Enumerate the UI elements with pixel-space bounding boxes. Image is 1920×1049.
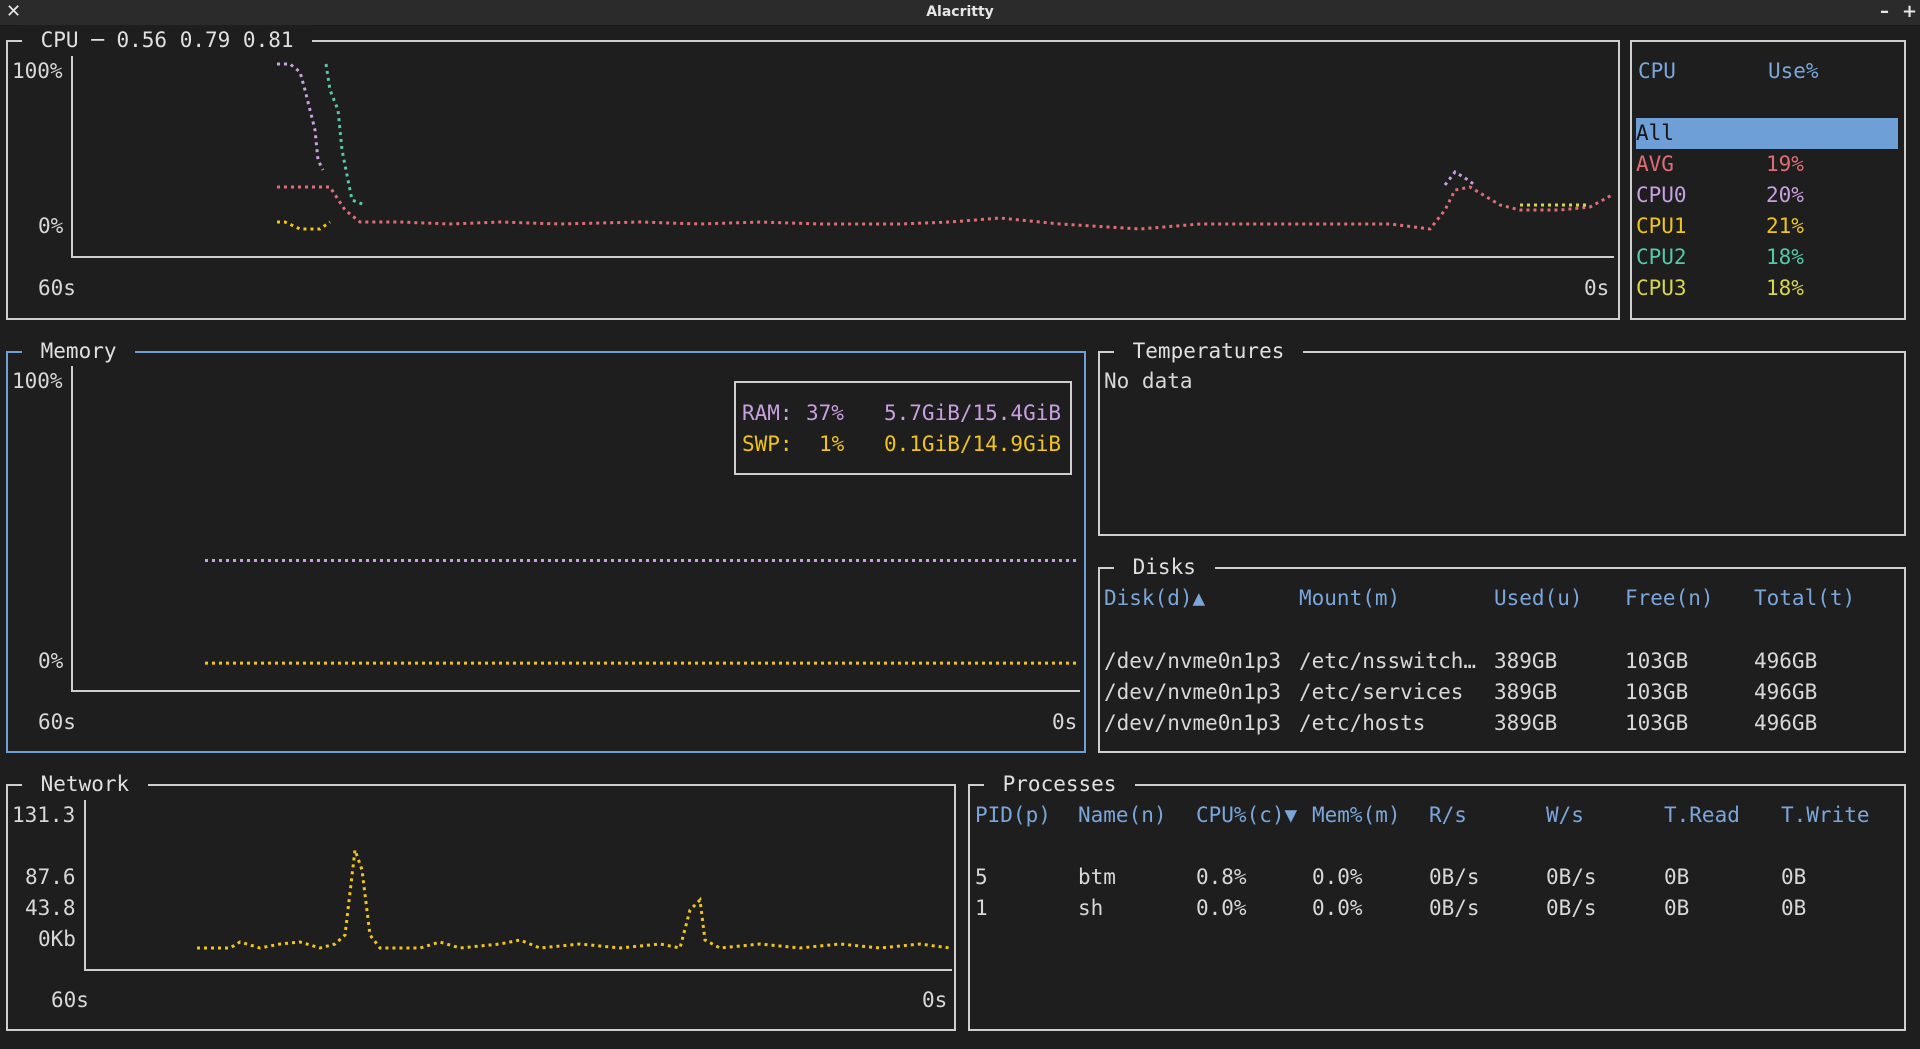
cpu-name: AVG [1636, 152, 1674, 176]
cpu-table-row-avg[interactable]: AVG 19% [1636, 149, 1896, 180]
processes-header-6[interactable]: T.Read [1664, 800, 1740, 831]
cpu-use-percent: 21% [1766, 214, 1804, 238]
cpu-table-row-cpu3[interactable]: CPU3 18% [1636, 273, 1896, 304]
disk-cell[interactable]: 389GB [1494, 677, 1557, 708]
disk-cell[interactable]: /etc/services [1299, 677, 1463, 708]
disk-cell[interactable]: 496GB [1754, 677, 1817, 708]
cpu-use-percent: 19% [1766, 152, 1804, 176]
processes-header-0[interactable]: PID(p) [975, 800, 1051, 831]
disks-header-2[interactable]: Used(u) [1494, 583, 1583, 614]
minimize-icon[interactable]: – [1880, 1, 1889, 22]
maximize-icon[interactable]: + [1902, 1, 1917, 22]
disks-panel-title: Disks [1114, 552, 1215, 583]
process-cell[interactable]: 0.0% [1196, 893, 1247, 924]
disk-cell[interactable]: 496GB [1754, 646, 1817, 677]
cpu-table-row-cpu0[interactable]: CPU0 20% [1636, 180, 1896, 211]
cpu-name: All [1636, 121, 1674, 145]
cpu-use-percent: 20% [1766, 183, 1804, 207]
processes-header-1[interactable]: Name(n) [1078, 800, 1167, 831]
disk-cell[interactable]: /dev/nvme0n1p3 [1104, 646, 1281, 677]
cpu-use-percent: 18% [1766, 276, 1804, 300]
process-cell[interactable]: btm [1078, 862, 1116, 893]
processes-header-3[interactable]: Mem%(m) [1312, 800, 1401, 831]
process-cell[interactable]: 1 [975, 893, 988, 924]
temperatures-panel[interactable]: Temperatures [1098, 336, 1906, 536]
disk-cell[interactable]: 389GB [1494, 708, 1557, 739]
process-cell[interactable]: 0B/s [1546, 862, 1597, 893]
process-cell[interactable]: 0.0% [1312, 893, 1363, 924]
cpu-table-row-cpu2[interactable]: CPU2 18% [1636, 242, 1896, 273]
cpu-name: CPU3 [1636, 276, 1687, 300]
cpu-name: CPU0 [1636, 183, 1687, 207]
process-cell[interactable]: sh [1078, 893, 1103, 924]
process-cell[interactable]: 0B [1664, 862, 1689, 893]
process-cell[interactable]: 0.0% [1312, 862, 1363, 893]
process-cell[interactable]: 0B/s [1546, 893, 1597, 924]
disks-header-1[interactable]: Mount(m) [1299, 583, 1400, 614]
processes-header-2[interactable]: CPU%(c)▼ [1196, 800, 1297, 831]
disks-header-4[interactable]: Total(t) [1754, 583, 1855, 614]
process-cell[interactable]: 0B/s [1429, 862, 1480, 893]
cpu-table-row-cpu1[interactable]: CPU1 21% [1636, 211, 1896, 242]
network-rx-series-line [197, 849, 951, 950]
processes-panel-title: Processes [984, 769, 1136, 800]
process-cell[interactable]: 0B [1664, 893, 1689, 924]
cpu-name: CPU1 [1636, 214, 1687, 238]
disk-cell[interactable]: 496GB [1754, 708, 1817, 739]
process-cell[interactable]: 0B [1781, 893, 1806, 924]
processes-header-7[interactable]: T.Write [1781, 800, 1870, 831]
process-cell[interactable]: 5 [975, 862, 988, 893]
process-cell[interactable]: 0.8% [1196, 862, 1247, 893]
cpu-table-row-all[interactable]: All [1636, 118, 1898, 149]
network-traffic-chart [84, 800, 952, 971]
cpu-table-header-use[interactable]: Use% [1768, 56, 1819, 87]
disk-cell[interactable]: /etc/nsswitch… [1299, 646, 1476, 677]
processes-header-4[interactable]: R/s [1429, 800, 1467, 831]
processes-header-5[interactable]: W/s [1546, 800, 1584, 831]
disk-cell[interactable]: /dev/nvme0n1p3 [1104, 708, 1281, 739]
cpu-name: CPU2 [1636, 245, 1687, 269]
disk-cell[interactable]: 389GB [1494, 646, 1557, 677]
disk-cell[interactable]: /dev/nvme0n1p3 [1104, 677, 1281, 708]
temperatures-panel-title: Temperatures [1114, 336, 1304, 367]
disk-cell[interactable]: 103GB [1625, 646, 1688, 677]
cpu0-series-line [1443, 170, 1476, 187]
disks-header-0[interactable]: Disk(d)▲ [1104, 583, 1205, 614]
disk-cell[interactable]: 103GB [1625, 708, 1688, 739]
process-cell[interactable]: 0B [1781, 862, 1806, 893]
disk-cell[interactable]: /etc/hosts [1299, 708, 1425, 739]
disks-header-3[interactable]: Free(n) [1625, 583, 1714, 614]
cpu-table-header-cpu[interactable]: CPU [1638, 56, 1676, 87]
cpu-use-percent: 18% [1766, 245, 1804, 269]
process-cell[interactable]: 0B/s [1429, 893, 1480, 924]
disk-cell[interactable]: 103GB [1625, 677, 1688, 708]
temperatures-empty-text: No data [1104, 369, 1193, 393]
